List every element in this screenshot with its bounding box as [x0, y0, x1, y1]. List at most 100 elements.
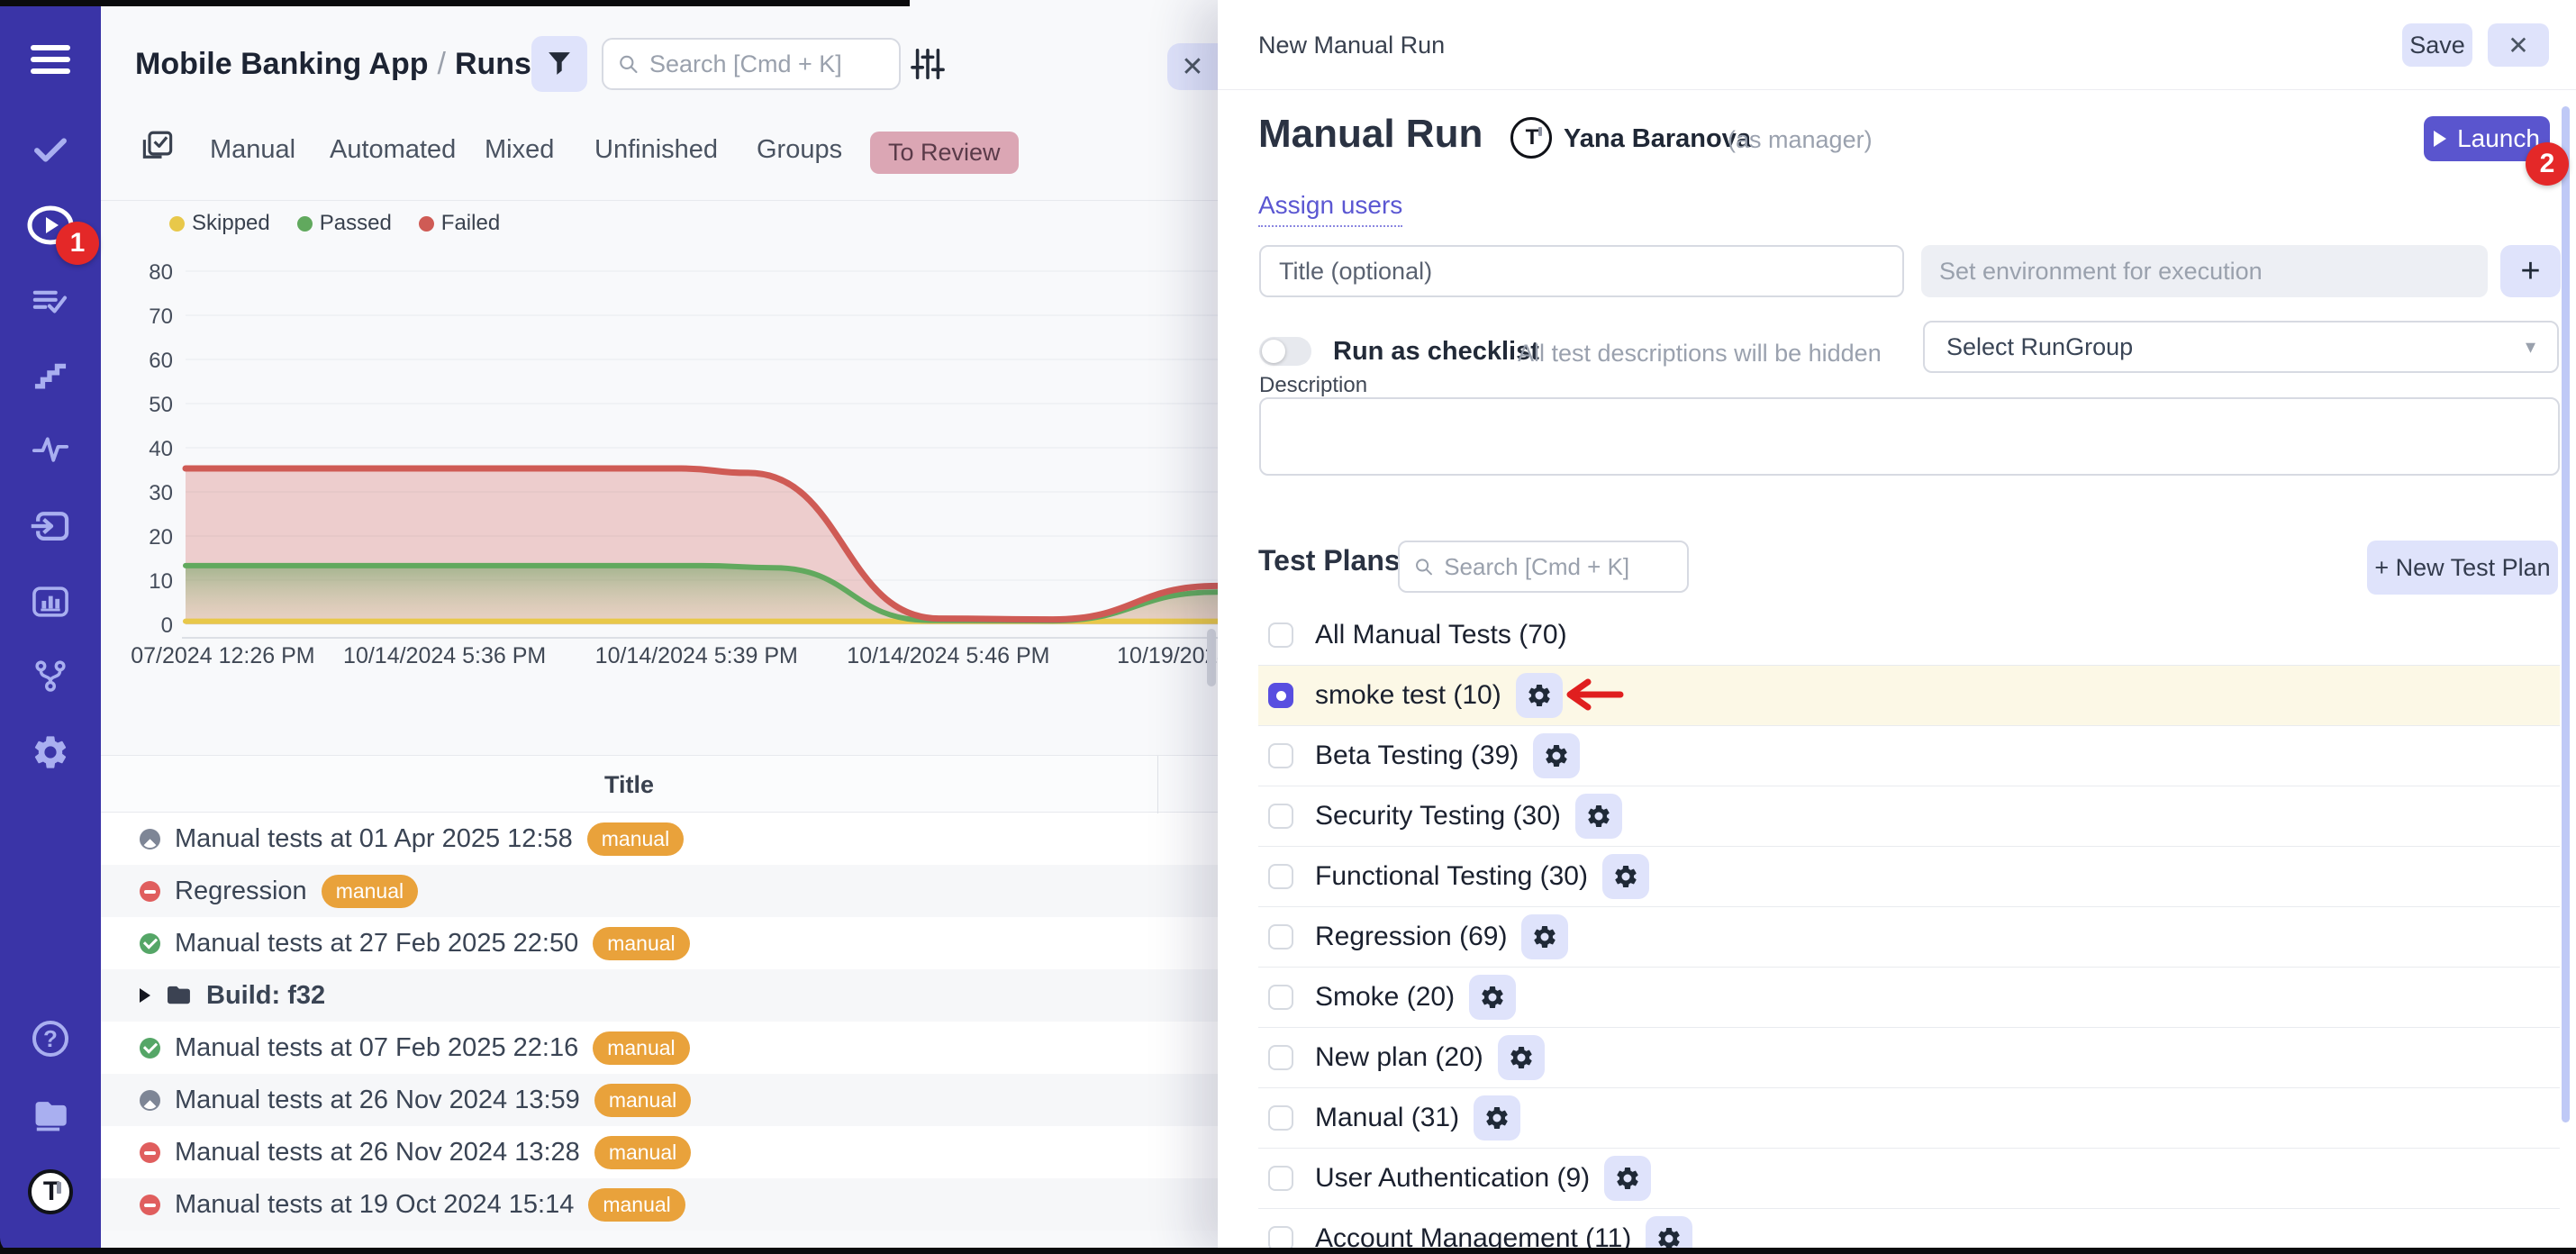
plan-label[interactable]: All Manual Tests (70) — [1315, 620, 1567, 650]
test-plans-search-input[interactable] — [1444, 553, 1673, 581]
modal-scrollbar[interactable] — [2562, 106, 2570, 1122]
run-title[interactable]: Manual tests at 01 Apr 2025 12:58 — [175, 824, 573, 854]
plan-settings-button[interactable] — [1469, 975, 1516, 1020]
plan-checkbox-checked[interactable] — [1268, 683, 1293, 708]
close-modal-button[interactable]: ✕ — [2488, 23, 2549, 67]
plan-label[interactable]: Beta Testing (39) — [1315, 741, 1519, 771]
plan-row[interactable]: Functional Testing (30) — [1258, 847, 2560, 907]
plan-checkbox[interactable] — [1268, 804, 1293, 829]
new-test-plan-button[interactable]: + New Test Plan — [2367, 541, 2558, 595]
plan-settings-button[interactable] — [1575, 794, 1622, 839]
svg-text:10/14/2024 5:39 PM: 10/14/2024 5:39 PM — [595, 643, 798, 668]
pulse-icon[interactable] — [25, 423, 76, 474]
tabs-divider — [101, 200, 1218, 201]
run-group-title[interactable]: Build: f32 — [206, 981, 325, 1011]
expand-caret-icon[interactable] — [140, 988, 150, 1003]
table-row[interactable]: Manual tests at 26 Nov 2024 13:59 manual — [101, 1074, 1218, 1126]
tab-groups[interactable]: Groups — [757, 135, 842, 165]
test-list-icon[interactable] — [25, 276, 76, 326]
table-row[interactable]: Regression manual — [101, 865, 1218, 917]
run-title[interactable]: Manual tests at 07 Feb 2025 22:16 — [175, 1033, 578, 1063]
menu-icon[interactable] — [25, 34, 76, 85]
tasks-check-icon[interactable] — [25, 124, 76, 175]
run-title-input[interactable] — [1259, 245, 1904, 297]
breadcrumb-project[interactable]: Mobile Banking App — [135, 47, 429, 81]
plan-checkbox[interactable] — [1268, 622, 1293, 648]
tab-mixed[interactable]: Mixed — [485, 135, 554, 165]
plan-row-selected[interactable]: smoke test (10) — [1258, 666, 2560, 726]
plan-row[interactable]: Security Testing (30) — [1258, 786, 2560, 847]
assign-users-link[interactable]: Assign users — [1258, 191, 1402, 227]
plan-checkbox[interactable] — [1268, 1105, 1293, 1131]
plan-row[interactable]: Manual (31) — [1258, 1088, 2560, 1149]
plan-row[interactable]: Regression (69) — [1258, 907, 2560, 968]
plan-settings-button[interactable] — [1474, 1095, 1520, 1140]
plan-settings-button[interactable] — [1498, 1035, 1545, 1080]
save-button[interactable]: Save — [2402, 23, 2472, 67]
plan-checkbox[interactable] — [1268, 924, 1293, 950]
analytics-icon[interactable] — [25, 577, 76, 627]
plan-checkbox[interactable] — [1268, 743, 1293, 768]
plan-settings-button[interactable] — [1533, 733, 1580, 778]
table-row-folder[interactable]: Build: f32 — [101, 969, 1218, 1022]
help-icon[interactable]: ? — [25, 1013, 76, 1064]
plan-label[interactable]: Regression (69) — [1315, 922, 1507, 952]
plan-checkbox[interactable] — [1268, 864, 1293, 889]
screen-edge-bottom — [0, 1248, 2576, 1254]
runs-search-input[interactable] — [649, 50, 884, 78]
run-title[interactable]: Regression — [175, 877, 307, 906]
plan-settings-button[interactable] — [1604, 1156, 1651, 1201]
add-environment-button[interactable]: + — [2500, 245, 2561, 297]
manual-badge: manual — [588, 1188, 685, 1222]
table-row[interactable]: Manual tests at 01 Apr 2025 12:58 manual — [101, 813, 1218, 865]
table-row[interactable]: Manual tests at 26 Nov 2024 13:28 manual — [101, 1126, 1218, 1178]
plan-label[interactable]: New plan (20) — [1315, 1042, 1483, 1073]
tab-automated[interactable]: Automated — [330, 135, 456, 165]
plan-label[interactable]: Smoke (20) — [1315, 982, 1455, 1013]
plan-settings-button[interactable] — [1521, 914, 1568, 959]
table-row[interactable]: Manual tests at 27 Feb 2025 22:50 manual — [101, 917, 1218, 969]
plan-checkbox[interactable] — [1268, 985, 1293, 1010]
plan-label[interactable]: Manual (31) — [1315, 1103, 1459, 1133]
rungroup-select[interactable]: Select RunGroup ▾ — [1923, 321, 2559, 373]
table-row[interactable]: Manual tests at 19 Oct 2024 15:14 manual — [101, 1178, 1218, 1231]
chart-scrollbar[interactable] — [1207, 629, 1216, 686]
plan-label[interactable]: User Authentication (9) — [1315, 1163, 1590, 1194]
description-textarea[interactable] — [1259, 397, 2560, 476]
run-title[interactable]: Manual tests at 19 Oct 2024 15:14 — [175, 1190, 574, 1220]
plan-checkbox[interactable] — [1268, 1166, 1293, 1191]
close-runs-panel-button[interactable]: ✕ — [1167, 43, 1218, 90]
run-title[interactable]: Manual tests at 27 Feb 2025 22:50 — [175, 929, 578, 959]
plan-row[interactable]: Smoke (20) — [1258, 968, 2560, 1028]
run-title[interactable]: Manual tests at 26 Nov 2024 13:28 — [175, 1138, 580, 1168]
table-row[interactable]: Manual tests at 07 Feb 2025 22:16 manual — [101, 1022, 1218, 1074]
plan-row[interactable]: User Authentication (9) — [1258, 1149, 2560, 1209]
plan-label[interactable]: Security Testing (30) — [1315, 801, 1561, 831]
runs-search — [602, 38, 901, 90]
gear-icon — [1479, 984, 1506, 1011]
run-as-checklist-toggle[interactable] — [1259, 337, 1311, 366]
steps-icon[interactable] — [25, 350, 76, 400]
plan-row[interactable]: Beta Testing (39) — [1258, 726, 2560, 786]
plan-label[interactable]: smoke test (10) — [1315, 680, 1501, 711]
settings-icon[interactable] — [25, 727, 76, 777]
plan-row[interactable]: All Manual Tests (70) — [1258, 605, 2560, 666]
branches-icon[interactable] — [25, 650, 76, 701]
tab-manual[interactable]: Manual — [210, 135, 295, 165]
tab-unfinished[interactable]: Unfinished — [594, 135, 718, 165]
filter-settings-icon[interactable] — [910, 47, 949, 83]
projects-folder-icon[interactable] — [25, 1089, 76, 1140]
import-icon[interactable] — [25, 501, 76, 551]
app-logo[interactable]: T — [25, 1167, 76, 1217]
plan-settings-button[interactable] — [1602, 854, 1649, 899]
plan-row[interactable]: New plan (20) — [1258, 1028, 2560, 1088]
filter-button[interactable] — [531, 36, 587, 92]
plan-checkbox[interactable] — [1268, 1045, 1293, 1070]
select-all-icon[interactable] — [141, 130, 174, 168]
tab-to-review[interactable]: To Review — [870, 132, 1019, 174]
run-title[interactable]: Manual tests at 26 Nov 2024 13:59 — [175, 1086, 580, 1115]
environment-input[interactable] — [1921, 245, 2488, 297]
plan-label[interactable]: Functional Testing (30) — [1315, 861, 1588, 892]
plan-settings-button[interactable] — [1516, 673, 1563, 718]
svg-text:60: 60 — [149, 349, 173, 373]
